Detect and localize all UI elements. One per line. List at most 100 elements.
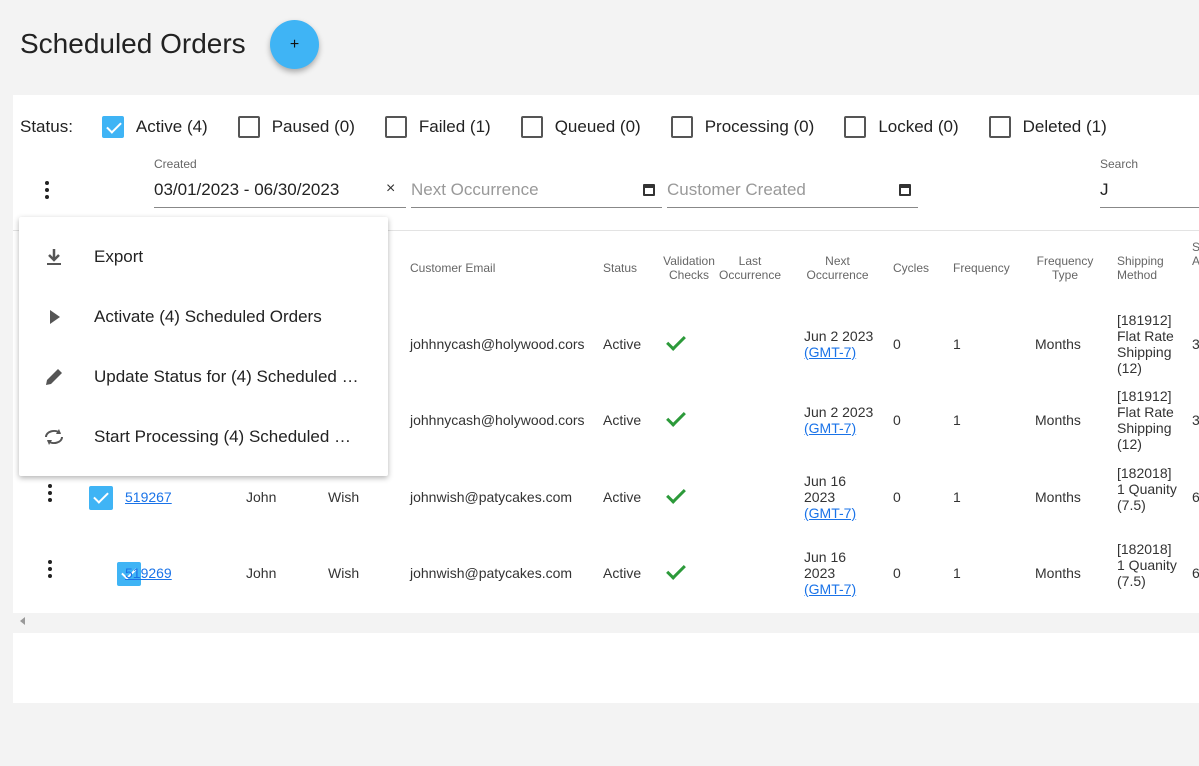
footer-panel <box>13 633 1199 703</box>
add-scheduled-order-button[interactable]: + <box>270 20 319 69</box>
play-icon <box>41 304 67 330</box>
row4-order-id-link[interactable]: 519269 <box>125 565 172 581</box>
row3-last-name: Wish <box>328 489 360 505</box>
col-last-occurrence[interactable]: Last Occurrence <box>716 254 784 282</box>
col-customer-email[interactable]: Customer Email <box>410 261 495 275</box>
row4-actions-button[interactable] <box>48 560 54 581</box>
search-underline <box>1100 207 1199 208</box>
row4-email: johnwish@patycakes.com <box>410 565 573 581</box>
row1-email: johhnycash@holywood.cors <box>410 336 585 352</box>
calendar-icon[interactable] <box>643 184 655 196</box>
status-processing-checkbox[interactable] <box>670 116 693 138</box>
col-next-occurrence[interactable]: Next Occurrence <box>800 254 875 282</box>
status-active[interactable]: Active (4) <box>101 116 208 138</box>
row3-next-date: Jun 16 2023 <box>804 473 847 505</box>
row2-frequency: 1 <box>953 412 961 428</box>
search-label: Search <box>1100 157 1139 171</box>
status-active-label: Active (4) <box>135 117 208 136</box>
row3-shipping-method: [182018] 1 Quanity (7.5) <box>1117 465 1177 513</box>
status-active-checkbox[interactable] <box>101 116 124 138</box>
row3-email: johnwish@patycakes.com <box>410 489 573 505</box>
menu-item-update-status[interactable]: Update Status for (4) Scheduled … <box>19 347 388 407</box>
row4-status: Active <box>603 565 642 581</box>
status-processing[interactable]: Processing (0) <box>670 116 815 138</box>
status-filter: Status: Active (4) Paused (0) Failed (1)… <box>20 113 1107 141</box>
status-queued-label: Queued (0) <box>554 117 641 136</box>
row4-next-occurrence: Jun 16 2023 (GMT-7) <box>804 549 864 597</box>
bulk-actions-menu: Export Activate (4) Scheduled Orders Upd… <box>19 217 388 476</box>
row4-next-date: Jun 16 2023 <box>804 549 847 581</box>
next-occurrence-filter-input[interactable]: Next Occurrence <box>411 180 539 200</box>
row1-frequency-type: Months <box>1035 336 1081 352</box>
row3-checkbox[interactable] <box>89 486 113 510</box>
row2-email: johhnycash@holywood.cors <box>410 412 585 428</box>
row2-timezone-link[interactable]: (GMT-7) <box>804 420 873 436</box>
status-label: Status: <box>20 117 73 136</box>
col-frequency[interactable]: Frequency <box>953 261 1010 275</box>
search-input[interactable]: J <box>1100 180 1109 200</box>
download-icon <box>41 244 67 270</box>
row4-first-name: John <box>246 565 277 581</box>
menu-item-activate[interactable]: Activate (4) Scheduled Orders <box>19 287 388 347</box>
row3-timezone-link[interactable]: (GMT-7) <box>804 505 864 521</box>
row4-cycles: 0 <box>893 565 901 581</box>
status-locked-checkbox[interactable] <box>844 116 867 138</box>
calendar-icon[interactable] <box>899 184 911 196</box>
row3-first-name: John <box>246 489 277 505</box>
status-failed[interactable]: Failed (1) <box>384 116 491 138</box>
status-queued[interactable]: Queued (0) <box>520 116 641 138</box>
col-status[interactable]: Status <box>603 261 637 275</box>
row1-timezone-link[interactable]: (GMT-7) <box>804 344 873 360</box>
row2-shipping-method: [181912] Flat Rate Shipping (12) <box>1117 388 1174 452</box>
row3-partial: 6 <box>1192 489 1199 505</box>
status-processing-label: Processing (0) <box>704 117 815 136</box>
col-shipping-method[interactable]: Shipping Method <box>1117 254 1171 282</box>
status-locked[interactable]: Locked (0) <box>844 116 959 138</box>
plus-icon: + <box>289 35 300 53</box>
next-occurrence-underline <box>411 207 662 208</box>
status-paused-checkbox[interactable] <box>237 116 260 138</box>
row4-frequency: 1 <box>953 565 961 581</box>
row4-partial: 6 <box>1192 565 1199 581</box>
row4-shipping-method: [182018] 1 Quanity (7.5) <box>1117 541 1177 589</box>
menu-item-start-processing-label: Start Processing (4) Scheduled … <box>94 427 352 446</box>
menu-item-export[interactable]: Export <box>19 227 388 287</box>
menu-item-start-processing[interactable]: Start Processing (4) Scheduled … <box>19 407 388 467</box>
col-cycles[interactable]: Cycles <box>893 261 929 275</box>
row2-next-date: Jun 2 2023 <box>804 404 874 420</box>
status-failed-checkbox[interactable] <box>384 116 407 138</box>
created-filter-input[interactable]: 03/01/2023 - 06/30/2023 <box>154 180 339 200</box>
menu-item-update-status-label: Update Status for (4) Scheduled … <box>94 367 359 386</box>
created-filter-label: Created <box>154 157 197 171</box>
status-deleted-checkbox[interactable] <box>988 116 1011 138</box>
menu-item-export-label: Export <box>94 247 144 266</box>
row3-status: Active <box>603 489 642 505</box>
row1-frequency: 1 <box>953 336 961 352</box>
row4-last-name: Wish <box>328 565 360 581</box>
bulk-actions-menu-button[interactable] <box>45 181 51 202</box>
row1-partial: 3 <box>1192 336 1199 352</box>
scroll-left-arrow-icon[interactable] <box>20 617 25 625</box>
customer-created-filter-input[interactable]: Customer Created <box>667 180 806 200</box>
status-queued-checkbox[interactable] <box>520 116 543 138</box>
row3-next-occurrence: Jun 16 2023 (GMT-7) <box>804 473 864 521</box>
row1-status: Active <box>603 336 642 352</box>
row1-shipping-method: [181912] Flat Rate Shipping (12) <box>1117 312 1174 376</box>
sync-icon <box>41 424 67 450</box>
col-frequency-type[interactable]: Frequency Type <box>1032 254 1098 282</box>
status-deleted[interactable]: Deleted (1) <box>988 116 1107 138</box>
col-validation-checks[interactable]: Validation Checks <box>660 254 718 282</box>
row2-cycles: 0 <box>893 412 901 428</box>
row4-frequency-type: Months <box>1035 565 1081 581</box>
clear-created-icon[interactable]: × <box>386 180 395 198</box>
row1-next-date: Jun 2 2023 <box>804 328 874 344</box>
status-paused[interactable]: Paused (0) <box>237 116 355 138</box>
row3-actions-button[interactable] <box>48 484 54 505</box>
row2-frequency-type: Months <box>1035 412 1081 428</box>
row2-partial: 3 <box>1192 412 1199 428</box>
row1-next-occurrence: Jun 2 2023 (GMT-7) <box>804 328 873 360</box>
row4-timezone-link[interactable]: (GMT-7) <box>804 581 864 597</box>
row3-order-id-link[interactable]: 519267 <box>125 489 172 505</box>
row3-cycles: 0 <box>893 489 901 505</box>
col-partial[interactable]: S A <box>1192 240 1199 268</box>
